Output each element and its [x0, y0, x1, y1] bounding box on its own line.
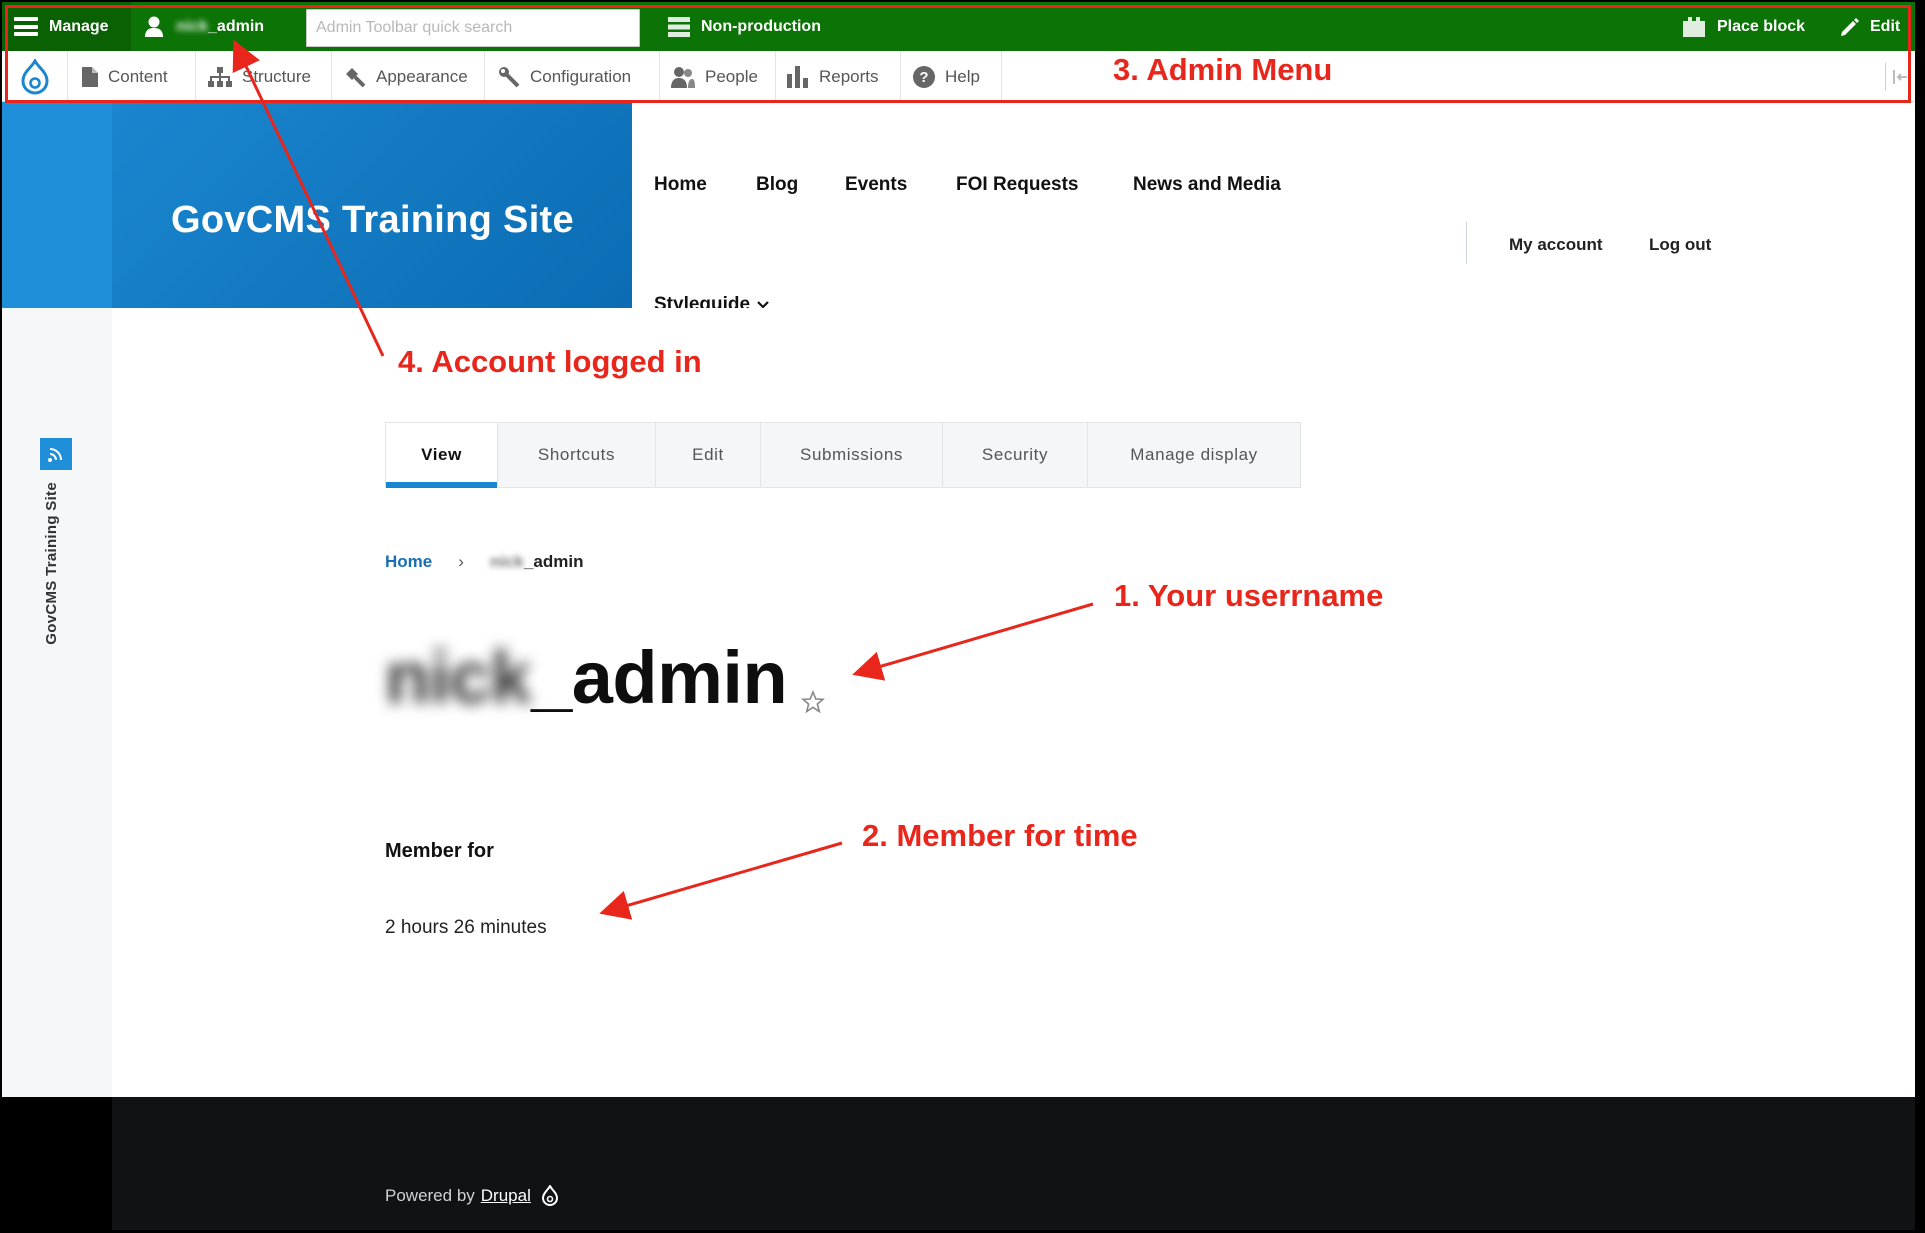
powered-by: Powered by Drupal — [385, 1185, 559, 1207]
powered-by-text: Powered by — [385, 1186, 475, 1205]
tray-label-appearance: Appearance — [376, 66, 468, 86]
drupal-drop-icon — [20, 58, 49, 94]
hamburger-icon — [14, 17, 38, 36]
admin-tray: Content Structure Appearance Configurati… — [2, 51, 1915, 102]
block-icon — [1683, 16, 1705, 37]
paint-icon — [346, 67, 366, 87]
log-out-link[interactable]: Log out — [1649, 235, 1711, 255]
nav-news-and-media[interactable]: News and Media — [1133, 174, 1281, 196]
tab-label: Submissions — [800, 445, 903, 464]
sidebar-site-name: GovCMS Training Site — [43, 482, 60, 645]
nav-events[interactable]: Events — [845, 174, 907, 196]
nav-home[interactable]: Home — [654, 174, 707, 196]
tab-security[interactable]: Security — [943, 423, 1088, 487]
tray-label-people: People — [705, 66, 758, 86]
breadcrumb: Home › nick_admin — [385, 552, 583, 572]
annotation-account-logged-in: 4. Account logged in — [398, 344, 702, 379]
admin-toolbar: Manage nick _admin Non-production Place … — [2, 2, 1915, 51]
tray-orientation-toggle[interactable] — [1885, 63, 1913, 91]
place-block-label: Place block — [1717, 17, 1806, 35]
drupal-home-link[interactable] — [2, 51, 68, 102]
manage-tab[interactable]: Manage — [2, 2, 131, 51]
drupal-drop-icon — [541, 1185, 558, 1206]
title-blurred-name: nick — [385, 636, 532, 719]
site-branding[interactable]: GovCMS Training Site — [112, 102, 632, 308]
svg-text:?: ? — [919, 69, 928, 86]
annotation-admin-menu: 3. Admin Menu — [1113, 52, 1333, 87]
document-icon — [82, 66, 98, 87]
member-for-value: 2 hours 26 minutes — [385, 917, 547, 938]
my-account-link[interactable]: My account — [1509, 235, 1603, 255]
username-heading: nick_admin — [385, 636, 788, 719]
environment-indicator[interactable]: Non-production — [668, 2, 821, 51]
site-logo-icon[interactable] — [40, 438, 72, 470]
tab-label: Manage display — [1130, 445, 1258, 464]
tray-item-reports[interactable]: Reports — [776, 51, 901, 102]
tray-label-content: Content — [108, 66, 168, 86]
sidebar-brand-block — [2, 102, 112, 308]
local-tasks-tabs: View Shortcuts Edit Submissions Security… — [385, 422, 1301, 488]
bar-chart-icon — [787, 65, 808, 88]
breadcrumb-separator: › — [458, 552, 464, 571]
site-header: Home Blog Events FOI Requests News and M… — [632, 102, 1915, 315]
breadcrumb-blurred-name: nick — [489, 552, 524, 571]
breadcrumb-home[interactable]: Home — [385, 552, 432, 572]
environment-label: Non-production — [701, 17, 821, 35]
tab-manage-display[interactable]: Manage display — [1088, 423, 1300, 487]
user-account-tab[interactable]: nick _admin — [134, 2, 264, 51]
tab-edit[interactable]: Edit — [656, 423, 761, 487]
user-icon — [145, 16, 163, 37]
tray-label-help: Help — [945, 66, 980, 86]
signal-icon — [48, 448, 62, 462]
tab-label: Security — [981, 445, 1049, 464]
server-icon — [668, 16, 690, 37]
tab-label: Edit — [692, 445, 724, 464]
username-suffix: _admin — [208, 17, 265, 35]
username-blurred: nick — [176, 17, 209, 35]
tab-view[interactable]: View — [386, 423, 498, 488]
tab-submissions[interactable]: Submissions — [761, 423, 943, 487]
pencil-icon — [1841, 17, 1859, 36]
tray-label-reports: Reports — [819, 66, 879, 86]
breadcrumb-name-suffix: _admin — [523, 552, 584, 571]
drupal-link[interactable]: Drupal — [481, 1186, 531, 1206]
annotation-member-for-time: 2. Member for time — [862, 818, 1138, 853]
page-title: nick_admin — [385, 636, 826, 719]
nav-foi-requests[interactable]: FOI Requests — [956, 174, 1078, 196]
nav-blog[interactable]: Blog — [756, 174, 798, 196]
main-content: View Shortcuts Edit Submissions Security… — [112, 308, 1915, 1097]
breadcrumb-current: nick_admin — [490, 552, 584, 572]
title-name-suffix: _admin — [531, 636, 788, 719]
tray-item-people[interactable]: People — [660, 51, 776, 102]
edit-label: Edit — [1870, 17, 1901, 35]
manage-label: Manage — [49, 17, 109, 35]
tray-item-help[interactable]: ? Help — [901, 51, 1002, 102]
help-icon: ? — [913, 65, 935, 88]
tray-label-configuration: Configuration — [530, 66, 632, 86]
tab-shortcuts[interactable]: Shortcuts — [498, 423, 656, 487]
tab-label: View — [421, 445, 462, 464]
annotation-your-username: 1. Your userrname — [1114, 578, 1384, 613]
site-footer: Powered by Drupal — [2, 1097, 1915, 1230]
tray-item-structure[interactable]: Structure — [196, 51, 332, 102]
footer-sidebar-block — [2, 1097, 112, 1230]
site-sidebar: GovCMS Training Site — [2, 102, 112, 1097]
admin-search-input[interactable] — [306, 9, 640, 47]
browser-viewport: Manage nick _admin Non-production Place … — [2, 2, 1915, 1230]
collapse-arrow-icon — [1892, 70, 1907, 84]
site-name[interactable]: GovCMS Training Site — [171, 198, 591, 242]
hierarchy-icon — [208, 66, 232, 87]
tray-item-content[interactable]: Content — [68, 51, 196, 102]
wrench-icon — [499, 66, 520, 87]
people-icon — [671, 66, 695, 88]
account-nav-divider — [1466, 222, 1467, 264]
tray-label-structure: Structure — [242, 66, 311, 86]
tray-item-appearance[interactable]: Appearance — [332, 51, 485, 102]
edit-mode-button[interactable]: Edit — [1840, 2, 1900, 51]
tray-item-configuration[interactable]: Configuration — [485, 51, 660, 102]
tab-label: Shortcuts — [537, 445, 616, 464]
member-for-label: Member for — [385, 840, 494, 862]
star-icon[interactable] — [801, 690, 826, 714]
place-block-button[interactable]: Place block — [1683, 2, 1805, 51]
